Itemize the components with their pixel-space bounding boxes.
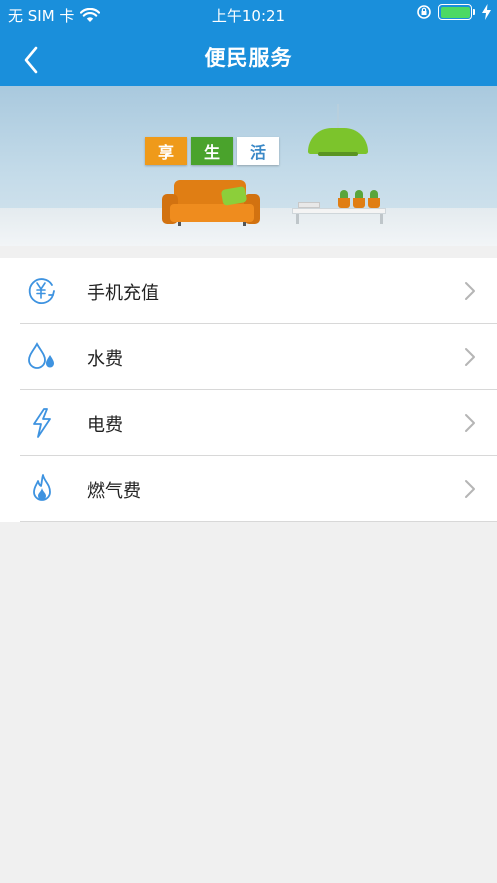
banner-image: 享 生 活 (0, 86, 497, 246)
chevron-right-icon (465, 348, 475, 366)
plant-pot-2 (353, 198, 365, 208)
lamp-wire (337, 104, 339, 130)
lamp-base (318, 152, 358, 156)
lamp-shade (308, 128, 368, 154)
list-divider (20, 521, 497, 522)
water-drop-icon (28, 342, 54, 369)
banner-tiles: 享 生 活 (145, 137, 279, 165)
sofa-legs (178, 222, 246, 226)
orientation-lock-icon (417, 5, 431, 19)
chevron-right-icon (465, 414, 475, 432)
sofa-seat (170, 204, 254, 222)
page-title: 便民服务 (204, 46, 293, 70)
plant-pot-1 (338, 198, 350, 208)
table-leg-right (380, 214, 383, 224)
service-item-mobile-recharge[interactable]: 手机充值 (0, 258, 497, 324)
service-list: 手机充值 水费 电费 燃气费 (0, 258, 497, 522)
service-label: 水费 (87, 349, 123, 370)
app-header: 无 SIM 卡 上午10:21 便民服务 (0, 0, 497, 86)
status-right (416, 4, 491, 20)
status-bar: 无 SIM 卡 上午10:21 (0, 0, 497, 28)
banner-tile-2: 生 (191, 137, 233, 165)
service-label: 电费 (87, 415, 123, 436)
banner-tile-3: 活 (237, 137, 279, 165)
charging-icon (482, 4, 491, 20)
chevron-left-icon (24, 46, 38, 74)
table-leg-left (296, 214, 299, 224)
mobile-recharge-icon (28, 278, 55, 304)
navigation-bar: 便民服务 (0, 28, 497, 86)
plant-pot-3 (368, 198, 380, 208)
service-item-gas[interactable]: 燃气费 (0, 456, 497, 522)
chevron-right-icon (465, 480, 475, 498)
service-item-electricity[interactable]: 电费 (0, 390, 497, 456)
back-button[interactable] (14, 36, 50, 76)
service-label: 手机充值 (87, 283, 159, 304)
banner-tile-1: 享 (145, 137, 187, 165)
lightning-icon (33, 408, 51, 438)
chevron-right-icon (465, 282, 475, 300)
coffee-table (292, 208, 386, 214)
battery-icon (438, 4, 475, 20)
flame-icon (33, 474, 51, 501)
service-item-water[interactable]: 水费 (0, 324, 497, 390)
service-label: 燃气费 (87, 481, 141, 502)
table-books (298, 202, 320, 208)
